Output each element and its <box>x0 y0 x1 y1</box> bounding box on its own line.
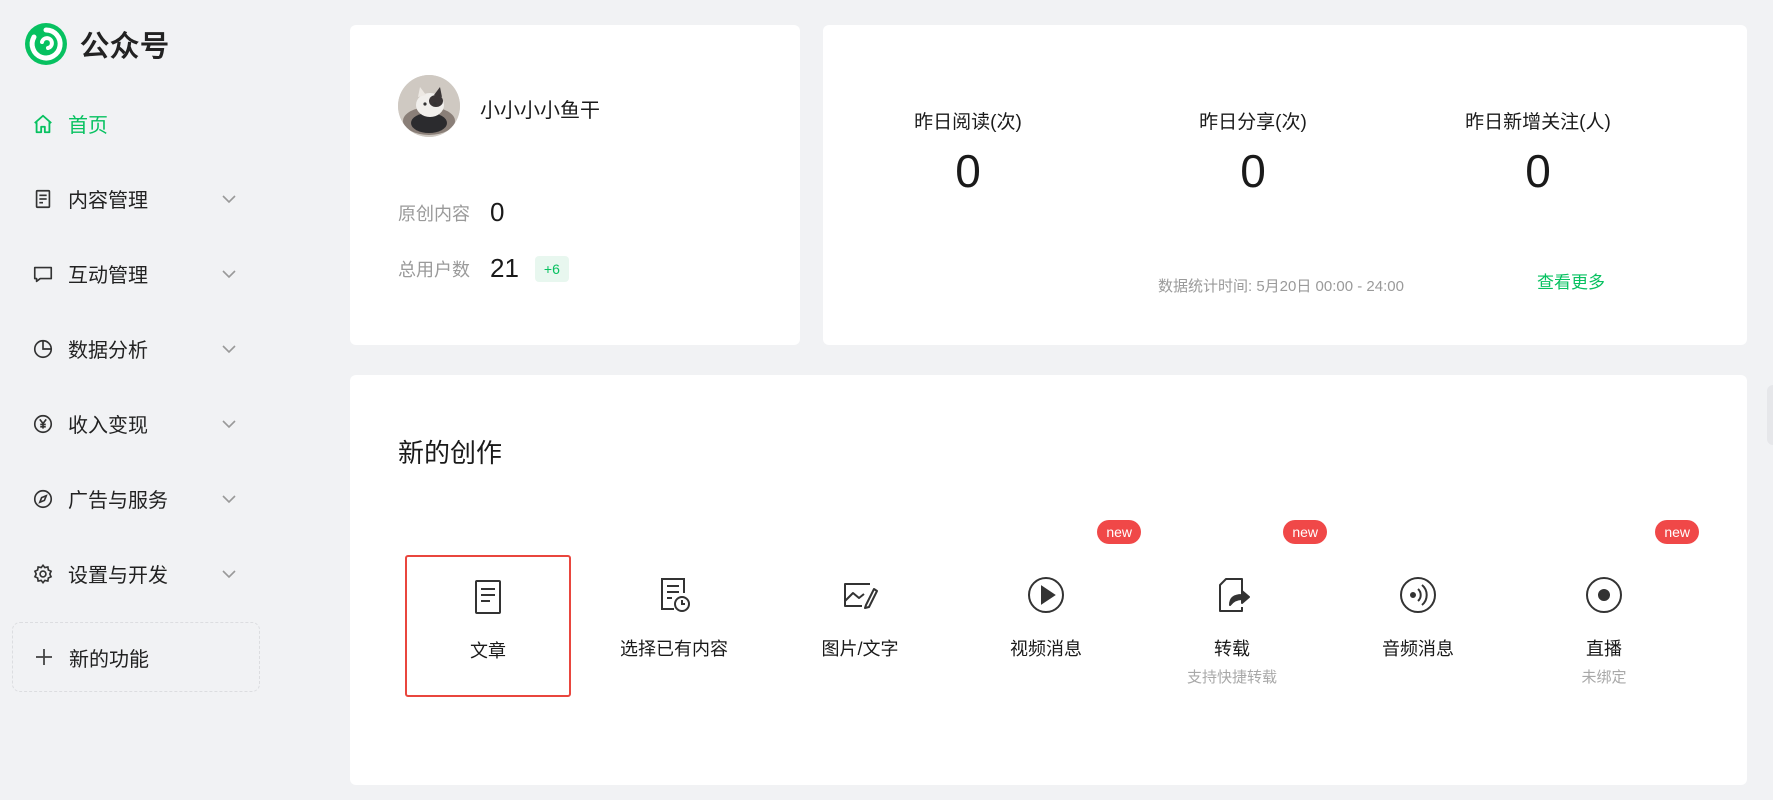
tool-label: 选择已有内容 <box>620 639 728 659</box>
total-users-label: 总用户数 <box>398 259 470 280</box>
users-delta-badge: +6 <box>534 255 569 282</box>
tool-live[interactable]: new 直播 未绑定 <box>1521 520 1699 697</box>
chevron-down-icon <box>220 340 238 358</box>
document-icon <box>32 188 54 210</box>
compass-icon <box>32 488 54 510</box>
sidebar-item-label: 数据分析 <box>68 340 148 362</box>
account-name: 小小小小鱼干 <box>480 100 600 122</box>
sidebar-item-settings[interactable]: 设置与开发 <box>0 536 270 611</box>
new-badge: new <box>1097 520 1141 544</box>
yesterday-reads-label: 昨日阅读(次) <box>914 112 1022 133</box>
total-users-value: 21 <box>490 253 519 283</box>
yesterday-shares-label: 昨日分享(次) <box>1199 112 1307 133</box>
live-icon <box>1584 575 1624 615</box>
chevron-down-icon <box>220 565 238 583</box>
sidebar-item-content[interactable]: 内容管理 <box>0 161 270 236</box>
new-feature-button[interactable]: 新的功能 <box>12 622 260 692</box>
total-users-stat: 总用户数 21 +6 <box>398 253 569 284</box>
article-icon <box>468 577 508 617</box>
repost-icon <box>1212 575 1252 615</box>
sidebar-nav: 首页 内容管理 互动管理 数据分析 收入变现 广告与服务 设置与开发 <box>0 86 270 611</box>
app-name: 公众号 <box>80 31 171 63</box>
chevron-down-icon <box>220 415 238 433</box>
tool-existing-content[interactable]: 选择已有内容 <box>591 555 757 697</box>
tool-sublabel: 支持快捷转载 <box>1186 669 1277 686</box>
sidebar-item-ads[interactable]: 广告与服务 <box>0 461 270 536</box>
sidebar-item-label: 收入变现 <box>68 415 148 437</box>
new-badge: new <box>1655 520 1699 544</box>
yesterday-shares-value: 0 <box>1240 145 1266 197</box>
app-logo[interactable]: 公众号 <box>24 22 170 66</box>
stats-time-range: 数据统计时间: 5月20日 00:00 - 24:00 <box>1158 278 1404 295</box>
app-root: 公众号 首页 内容管理 互动管理 数据分析 收入变现 广告与服务 设置与开发 新… <box>0 0 1773 800</box>
sidebar-item-label: 互动管理 <box>68 265 148 287</box>
home-icon <box>32 113 54 135</box>
tool-audio-message[interactable]: 音频消息 <box>1335 555 1501 697</box>
plus-icon <box>36 649 52 665</box>
new-badge: new <box>1283 520 1327 544</box>
view-more-link[interactable]: 查看更多 <box>1537 268 1605 293</box>
tool-label: 图片/文字 <box>821 639 899 659</box>
chevron-down-icon <box>220 490 238 508</box>
stats-card: 昨日阅读(次) 0 昨日分享(次) 0 昨日新增关注(人) 0 数据统计时间: … <box>823 25 1747 345</box>
new-feature-label: 新的功能 <box>69 648 149 671</box>
chevron-down-icon <box>220 265 238 283</box>
sidebar-item-interaction[interactable]: 互动管理 <box>0 236 270 311</box>
sidebar-item-monetization[interactable]: 收入变现 <box>0 386 270 461</box>
creation-tools: 文章 选择已有内容 图片/文字 new 视频消息 new 转载 支持快捷转载 音… <box>405 520 1725 715</box>
image-text-icon <box>840 575 880 615</box>
chevron-down-icon <box>220 190 238 208</box>
sidebar-item-label: 设置与开发 <box>68 565 168 587</box>
yesterday-follows-stat: 昨日新增关注(人) 0 <box>1428 107 1648 194</box>
yen-icon <box>32 413 54 435</box>
yesterday-reads-value: 0 <box>955 145 981 197</box>
sidebar-item-home[interactable]: 首页 <box>0 86 270 161</box>
chat-icon <box>32 263 54 285</box>
yesterday-shares-stat: 昨日分享(次) 0 <box>1143 107 1363 194</box>
tool-image-text[interactable]: 图片/文字 <box>777 555 943 697</box>
scroll-edge-indicator <box>1767 385 1773 445</box>
tool-label: 音频消息 <box>1382 639 1454 659</box>
play-icon <box>1026 575 1066 615</box>
app-logo-icon <box>25 23 67 65</box>
avatar[interactable] <box>398 75 460 137</box>
gear-icon <box>32 563 54 585</box>
original-content-label: 原创内容 <box>398 203 470 224</box>
sidebar-item-label: 广告与服务 <box>68 490 168 512</box>
tool-label: 转载 <box>1214 639 1250 659</box>
section-title: 新的创作 <box>398 438 503 468</box>
tool-repost[interactable]: new 转载 支持快捷转载 <box>1149 520 1327 697</box>
tool-article[interactable]: 文章 <box>405 555 571 697</box>
pie-chart-icon <box>32 338 54 360</box>
tool-label: 视频消息 <box>1010 639 1082 659</box>
tool-label: 直播 <box>1586 639 1622 659</box>
sidebar-item-label: 首页 <box>68 115 108 137</box>
yesterday-follows-label: 昨日新增关注(人) <box>1465 112 1611 133</box>
sidebar-item-label: 内容管理 <box>68 190 148 212</box>
tool-label: 文章 <box>470 641 506 661</box>
yesterday-follows-value: 0 <box>1525 145 1551 197</box>
tool-video-message[interactable]: new 视频消息 <box>963 520 1141 697</box>
original-content-stat: 原创内容 0 <box>398 197 504 228</box>
tool-sublabel: 未绑定 <box>1581 669 1627 686</box>
sidebar-item-analytics[interactable]: 数据分析 <box>0 311 270 386</box>
yesterday-reads-stat: 昨日阅读(次) 0 <box>858 107 1078 194</box>
existing-content-icon <box>654 575 694 615</box>
profile-card: 小小小小鱼干 原创内容 0 总用户数 21 +6 <box>350 25 800 345</box>
audio-icon <box>1398 575 1438 615</box>
original-content-value: 0 <box>490 197 505 227</box>
new-creation-card: 新的创作 文章 选择已有内容 图片/文字 new 视频消息 new 转载 支持快… <box>350 375 1747 785</box>
